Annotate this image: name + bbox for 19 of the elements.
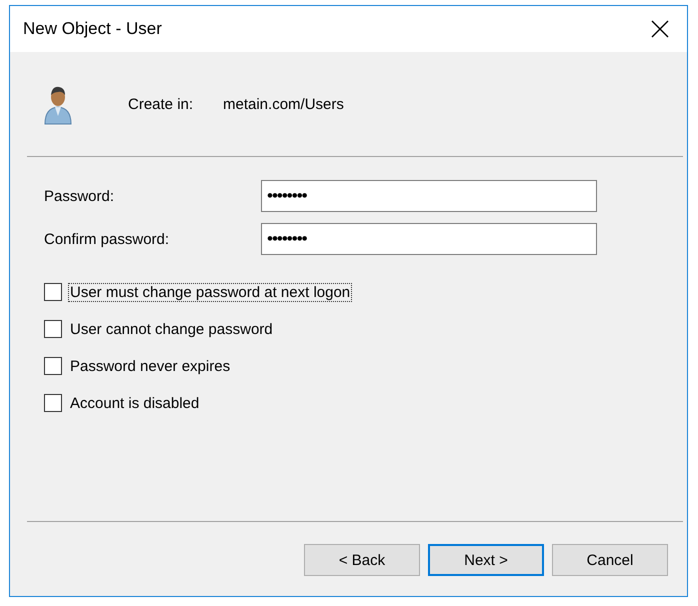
checkbox[interactable] (44, 283, 62, 301)
dialog-button[interactable]: Cancel (552, 544, 668, 576)
dialog-button[interactable]: Next > (428, 544, 544, 576)
checkbox[interactable] (44, 357, 62, 375)
close-icon (651, 20, 669, 38)
checkbox[interactable] (44, 394, 62, 412)
checkbox-label: User must change password at next logon (69, 284, 352, 300)
password-field[interactable]: •••••••• (261, 223, 597, 255)
container-path: metain.com/Users (223, 96, 344, 112)
field-label: Password: (44, 188, 116, 204)
dialog-button[interactable]: < Back (304, 544, 420, 576)
checkbox-label: Password never expires (69, 358, 232, 374)
field-label: Confirm password: (44, 230, 170, 248)
checkbox-label: User cannot change password (69, 320, 274, 338)
window-title: New Object - User (23, 19, 162, 39)
password-field[interactable]: •••••••• (261, 180, 597, 212)
checkbox-label: Account is disabled (69, 394, 200, 412)
checkbox[interactable] (44, 320, 62, 338)
create-in-label: Create in: (128, 96, 194, 112)
